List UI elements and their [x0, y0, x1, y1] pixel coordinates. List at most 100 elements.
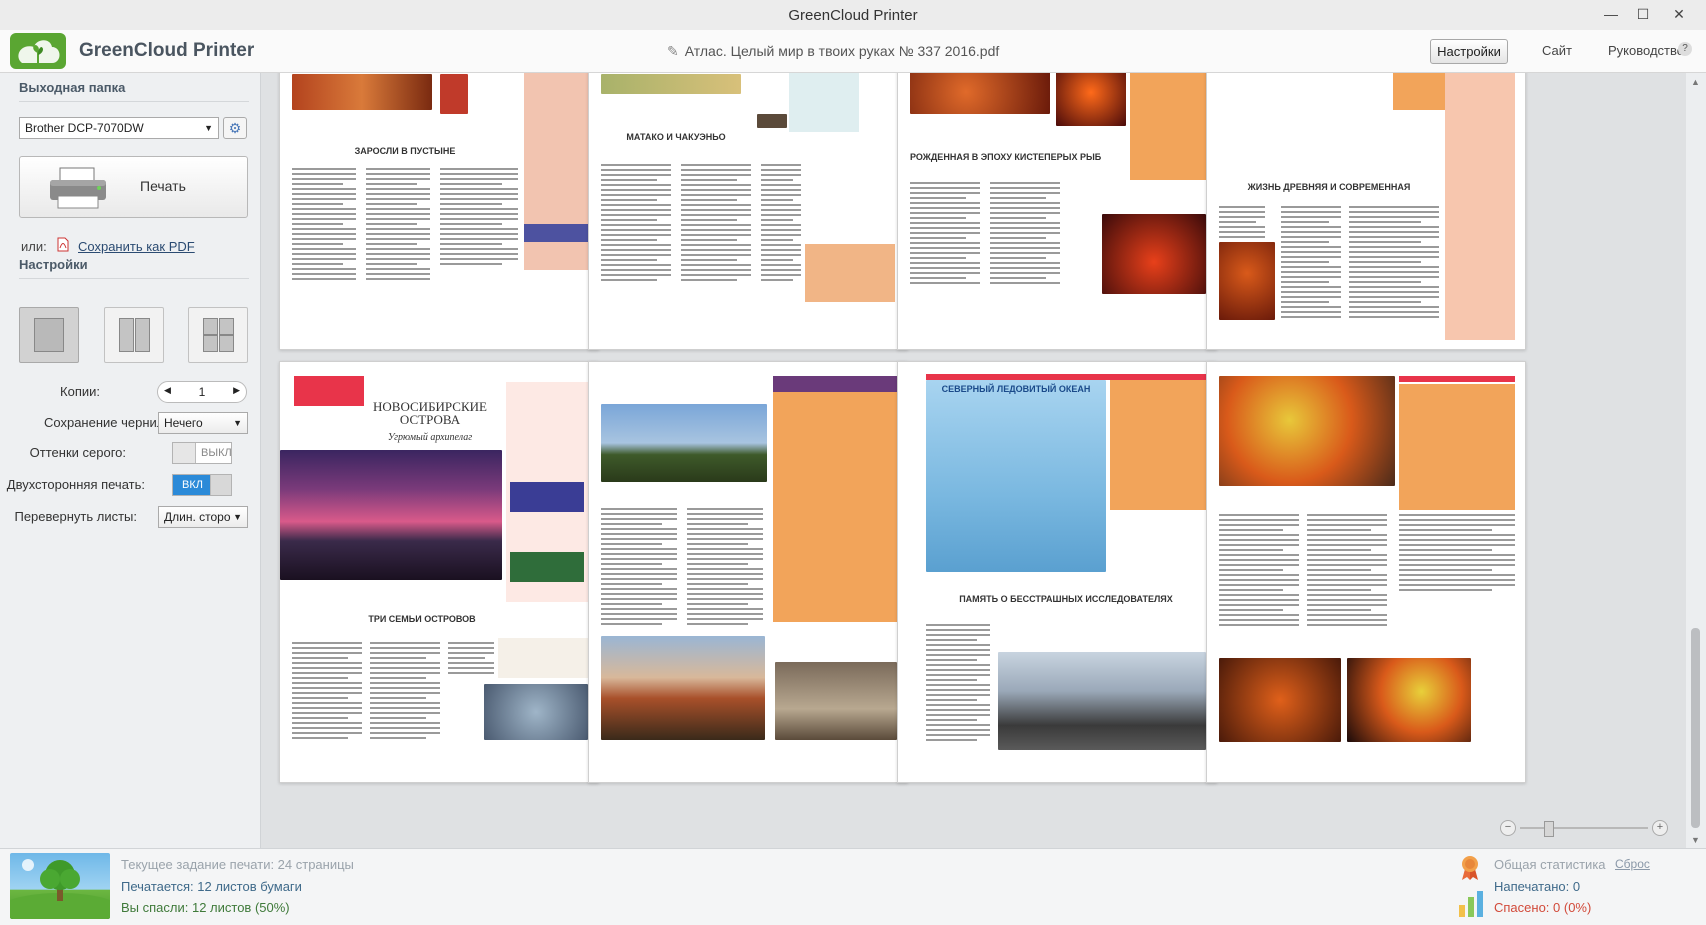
zoom-in-button[interactable]: + — [1652, 820, 1668, 836]
pencil-icon: ✎ — [667, 43, 679, 59]
ink-saving-select[interactable]: Нечего ▼ — [158, 412, 248, 434]
minimize-button[interactable]: — — [1596, 4, 1626, 24]
toggle-knob — [173, 443, 196, 463]
close-button[interactable]: ✕ — [1664, 4, 1694, 24]
zoom-track[interactable] — [1520, 827, 1648, 829]
page-heading: ЖИЗНЬ ДРЕВНЯЯ И СОВРЕМЕННАЯ — [1247, 182, 1411, 192]
lava-photo — [1219, 658, 1341, 742]
save-as-pdf-link[interactable]: Сохранить как PDF — [78, 239, 195, 254]
print-button-label: Печать — [140, 178, 186, 194]
settings-label: Настройки — [19, 257, 88, 272]
layout-1up-button[interactable] — [19, 307, 79, 363]
sheet-preview[interactable] — [588, 361, 908, 783]
gear-icon: ⚙ — [228, 120, 242, 136]
grayscale-toggle[interactable]: ВЫКЛ — [172, 442, 232, 464]
sheet-preview[interactable]: ЗАРОСЛИ В ПУСТЫНЕ — [279, 73, 599, 350]
sheet-preview[interactable]: РОЖДЕННАЯ В ЭПОХУ КИСТЕПЕРЫХ РЫБ — [897, 73, 1217, 350]
help-icon[interactable]: ? — [1678, 42, 1692, 56]
vertical-scrollbar[interactable]: ▲ ▼ — [1686, 73, 1706, 848]
text-column — [292, 168, 356, 283]
printer-settings-button[interactable]: ⚙ — [223, 117, 247, 139]
sidebar: Выходная папка Brother DCP-7070DW ▼ ⚙ Пе… — [0, 73, 261, 848]
sheet-preview[interactable]: СЕВЕРНЫЙ ЛЕДОВИТЫЙ ОКЕАН ПАМЯТЬ О БЕССТР… — [897, 361, 1217, 783]
layout-4up-button[interactable] — [188, 307, 248, 363]
photo — [440, 74, 468, 114]
fact-box-header — [510, 482, 584, 512]
text-column — [601, 164, 671, 284]
text-column — [1349, 206, 1439, 321]
text-column — [440, 168, 518, 268]
sheet-preview[interactable] — [1206, 361, 1526, 783]
text-column — [990, 182, 1060, 287]
document-title[interactable]: ✎ Атлас. Целый мир в твоих руках № 337 20… — [667, 43, 999, 60]
sheet-preview[interactable]: НОВОСИБИРСКИЕ ОСТРОВА Угрюмый архипелаг … — [279, 361, 599, 783]
eruption-photo — [1347, 658, 1471, 742]
maximize-button[interactable]: ☐ — [1628, 4, 1658, 24]
four-pages-icon-part — [219, 335, 234, 352]
saved-status: Вы спасли: 12 листов (50%) — [121, 900, 290, 915]
lava-photo — [1056, 73, 1126, 126]
seal-photo — [484, 684, 588, 740]
ink-saving-value: Нечего — [164, 416, 203, 430]
sunset-photo — [280, 450, 502, 580]
brand-name: GreenCloud Printer — [79, 40, 255, 61]
duplex-toggle[interactable]: ВКЛ — [172, 474, 232, 496]
copies-stepper[interactable]: ◀ 1 ▶ — [157, 381, 247, 403]
zoom-slider-handle[interactable] — [1544, 821, 1554, 837]
text-column — [761, 164, 801, 284]
site-link[interactable]: Сайт — [1542, 43, 1572, 58]
text-column — [366, 168, 430, 283]
text-column — [687, 508, 763, 628]
zoom-control[interactable]: − + — [1500, 820, 1670, 837]
sheet-preview[interactable]: ЖИЗНЬ ДРЕВНЯЯ И СОВРЕМЕННАЯ — [1206, 73, 1526, 350]
lava-photo — [1102, 214, 1206, 294]
desert-photo — [292, 74, 432, 110]
medal-icon — [1462, 856, 1478, 880]
photo — [757, 114, 787, 128]
fact-box-header — [1399, 376, 1515, 382]
greencloud-logo-icon — [10, 33, 66, 69]
single-page-icon — [34, 318, 64, 352]
app-header: GreenCloud Printer ✎ Атлас. Целый мир в т… — [0, 30, 1706, 73]
printer-icon — [50, 167, 106, 209]
fact-box — [498, 638, 588, 678]
flip-sheets-label: Перевернуть листы: — [14, 509, 137, 524]
fact-box — [773, 392, 897, 622]
settlement-photo — [998, 652, 1206, 750]
text-column — [1281, 206, 1341, 321]
tree-illustration — [10, 853, 110, 919]
reset-link[interactable]: Сброс — [1615, 857, 1650, 871]
russia-map — [294, 376, 364, 406]
page-heading: МАТАКО И ЧАКУЭНЬО — [626, 132, 726, 142]
settings-button[interactable]: Настройки — [1430, 39, 1508, 64]
grayscale-label: Оттенки серого: — [29, 445, 126, 460]
page-preview-area[interactable]: ЗАРОСЛИ В ПУСТЫНЕ МАТАКО И ЧАКУЭНЬО РОЖД… — [261, 73, 1686, 848]
sheet-preview[interactable]: МАТАКО И ЧАКУЭНЬО — [588, 73, 908, 350]
scroll-down-icon[interactable]: ▼ — [1691, 835, 1700, 845]
print-button[interactable]: Печать — [19, 156, 248, 218]
flip-sheets-select[interactable]: Длин. сторо ▼ — [158, 506, 248, 528]
window-title: GreenCloud Printer — [788, 7, 918, 24]
stats-label: Общая статистика — [1494, 857, 1606, 872]
lava-photo — [1219, 376, 1395, 486]
increment-icon[interactable]: ▶ — [233, 385, 240, 396]
article-title: НОВОСИБИРСКИЕ ОСТРОВА — [373, 399, 487, 427]
document-name: Атлас. Целый мир в твоих руках № 337 201… — [684, 43, 1000, 59]
text-column — [1399, 514, 1515, 594]
volcano-photo — [910, 73, 1050, 114]
flip-sheets-value: Длин. сторо — [164, 510, 231, 524]
text-column — [1219, 206, 1265, 241]
text-column — [1219, 514, 1299, 629]
fact-box — [1130, 73, 1206, 180]
scroll-up-icon[interactable]: ▲ — [1691, 77, 1700, 87]
chevron-down-icon: ▼ — [204, 123, 213, 133]
duplex-label: Двухсторонняя печать: — [6, 477, 145, 492]
printer-select[interactable]: Brother DCP-7070DW ▼ — [19, 117, 219, 139]
layout-2up-button[interactable] — [104, 307, 164, 363]
zoom-out-button[interactable]: − — [1500, 820, 1516, 836]
fact-box — [1110, 380, 1206, 510]
scroll-thumb[interactable] — [1691, 628, 1700, 828]
four-pages-icon-part — [219, 318, 234, 335]
rock-photo — [601, 636, 765, 740]
copies-label: Копии: — [60, 384, 100, 399]
